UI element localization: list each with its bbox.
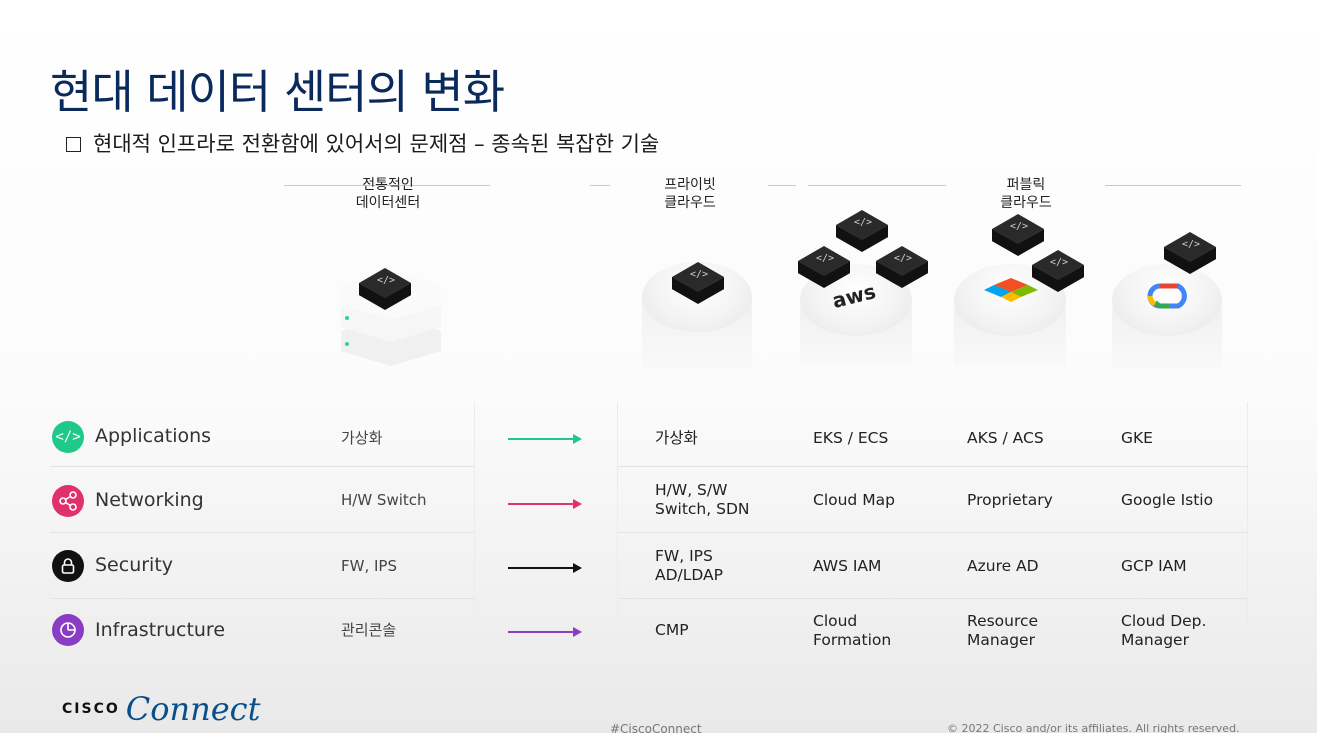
- arrow-right-icon: [508, 563, 582, 573]
- checkbox-bullet-icon: [66, 137, 81, 152]
- arrow-right-icon: [508, 434, 582, 444]
- chip-cube-icon: </>: [1032, 250, 1084, 292]
- aws-cloud-illustration: </> </> </> aws: [796, 206, 931, 376]
- lock-icon: [52, 550, 84, 582]
- row-divider: [618, 598, 1247, 599]
- cisco-connect-logo: CISCO Connect: [62, 690, 260, 728]
- gcp-cloud-illustration: </>: [1108, 228, 1228, 378]
- column-divider: [1247, 402, 1248, 666]
- arrow-right-icon: [508, 499, 582, 509]
- column-header-public: 퍼블릭 클라우드: [1000, 177, 1052, 211]
- pie-chart-icon: [52, 614, 84, 646]
- cell-gcp: Google Istio: [1121, 491, 1214, 509]
- header-divider: [768, 185, 796, 186]
- chip-cube-icon: </>: [1164, 232, 1216, 274]
- cell-azure: Resource Manager: [967, 612, 1039, 649]
- cell-aws: EKS / ECS: [813, 429, 889, 447]
- cell-traditional: FW, IPS: [341, 557, 397, 575]
- slide-subtitle: 현대적 인프라로 전환함에 있어서의 문제점 – 종속된 복잡한 기술: [66, 128, 659, 158]
- chip-cube-icon: </>: [672, 262, 724, 304]
- cell-aws: AWS IAM: [813, 557, 882, 575]
- chip-cube-icon: </>: [798, 246, 850, 288]
- column-divider: [617, 402, 618, 666]
- cisco-wordmark: CISCO: [62, 701, 120, 717]
- cell-traditional: 가상화: [341, 429, 383, 447]
- row-divider: [50, 532, 474, 533]
- cell-azure: AKS / ACS: [967, 429, 1044, 447]
- header-divider: [1105, 185, 1241, 186]
- footer-copyright: © 2022 Cisco and/or its affiliates. All …: [947, 722, 1240, 733]
- cell-gcp: GKE: [1121, 429, 1153, 447]
- azure-cloud-illustration: </> </>: [952, 210, 1092, 380]
- chip-cube-icon: </>: [876, 246, 928, 288]
- cell-private: 가상화: [655, 429, 698, 447]
- google-cloud-logo-icon: [1147, 283, 1187, 309]
- share-nodes-icon: [52, 485, 84, 517]
- row-divider: [50, 466, 474, 467]
- cell-azure: Azure AD: [967, 557, 1039, 575]
- header-divider: [590, 185, 610, 186]
- cell-gcp: Cloud Dep. Manager: [1121, 612, 1207, 649]
- server-stack-illustration: </>: [335, 262, 455, 382]
- connect-wordmark: Connect: [125, 690, 261, 728]
- footer-hashtag: #CiscoConnect: [610, 722, 702, 733]
- row-label-networking: Networking: [95, 489, 204, 511]
- cell-traditional: 관리콘솔: [341, 621, 397, 639]
- cell-aws: Cloud Map: [813, 491, 895, 509]
- header-divider: [808, 185, 946, 186]
- subtitle-text: 현대적 인프라로 전환함에 있어서의 문제점 – 종속된 복잡한 기술: [93, 132, 660, 156]
- cell-private: H/W, S/W Switch, SDN: [655, 481, 750, 518]
- microsoft-logo-icon: [984, 278, 1038, 302]
- cell-private: CMP: [655, 621, 689, 639]
- row-divider: [50, 598, 474, 599]
- column-divider: [474, 402, 475, 666]
- cell-private: FW, IPS AD/LDAP: [655, 547, 724, 584]
- slide: 현대 데이터 센터의 변화 현대적 인프라로 전환함에 있어서의 문제점 – 종…: [0, 0, 1317, 733]
- slide-title: 현대 데이터 센터의 변화: [50, 65, 505, 119]
- row-label-security: Security: [95, 554, 174, 576]
- cell-azure: Proprietary: [967, 491, 1053, 509]
- row-divider: [618, 532, 1247, 533]
- cell-gcp: GCP IAM: [1121, 557, 1187, 575]
- row-divider: [618, 466, 1247, 467]
- column-header-private: 프라이빗 클라우드: [664, 177, 716, 211]
- arrow-right-icon: [508, 627, 582, 637]
- cell-aws: Cloud Formation: [813, 612, 892, 649]
- column-header-traditional: 전통적인 데이터센터: [355, 177, 421, 211]
- row-label-infrastructure: Infrastructure: [95, 619, 226, 641]
- code-icon: </>: [52, 421, 84, 453]
- cell-traditional: H/W Switch: [341, 491, 427, 509]
- chip-cube-icon: </>: [359, 268, 411, 310]
- row-label-applications: Applications: [95, 425, 212, 447]
- private-cloud-illustration: </>: [640, 258, 755, 378]
